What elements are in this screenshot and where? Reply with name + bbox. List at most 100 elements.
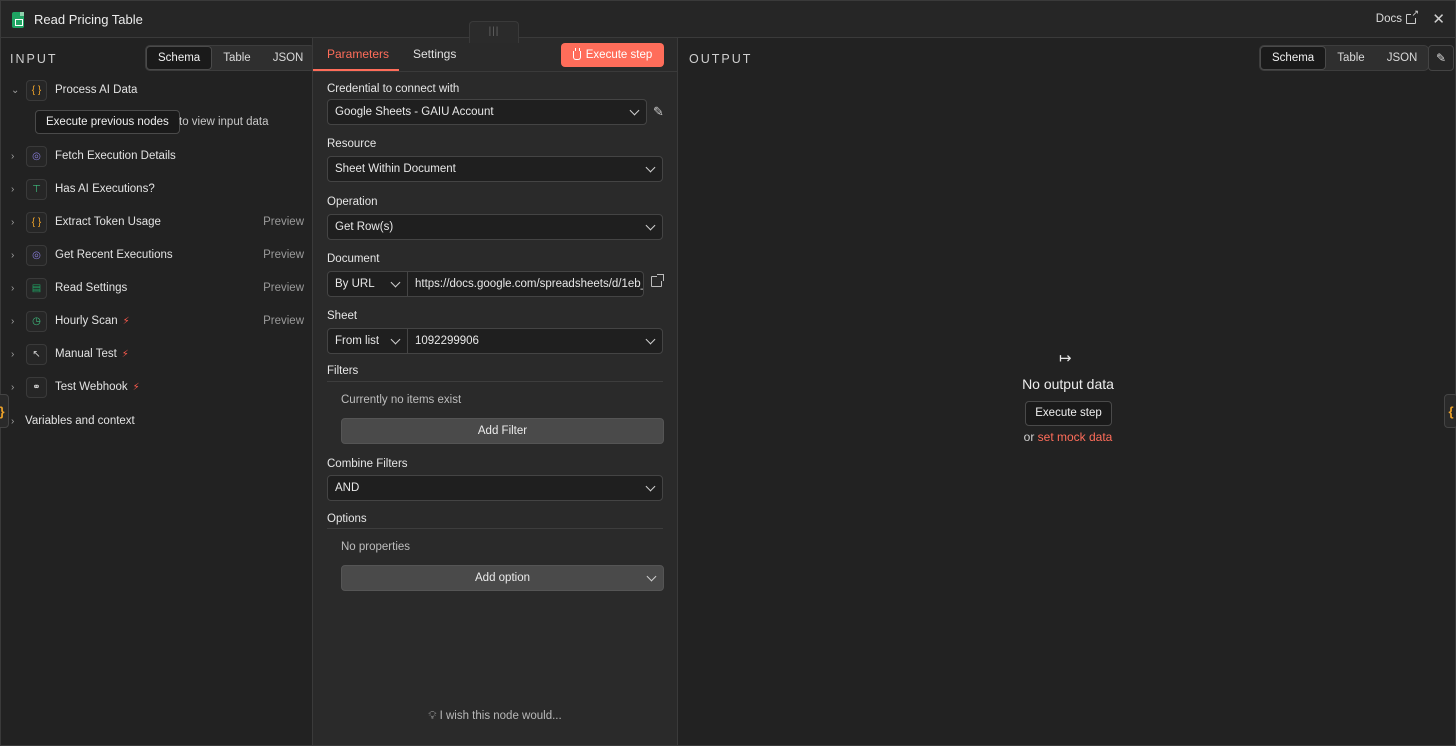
- input-node-read-settings[interactable]: › ▤ Read Settings Preview: [1, 276, 312, 300]
- execute-previous-hint: to view input data: [179, 116, 269, 128]
- resource-select[interactable]: Sheet Within Document: [327, 156, 663, 182]
- execute-step-button[interactable]: Execute step: [561, 43, 664, 67]
- credential-select[interactable]: Google Sheets - GAIU Account: [327, 99, 647, 125]
- chevron-right-icon[interactable]: ›: [11, 316, 14, 327]
- lightbulb-icon: 💡︎: [428, 710, 437, 722]
- input-view-json[interactable]: JSON: [262, 46, 315, 70]
- operation-value: Get Row(s): [335, 221, 394, 233]
- set-mock-data-link[interactable]: set mock data: [1038, 430, 1113, 444]
- operation-label: Operation: [327, 196, 378, 208]
- chevron-right-icon[interactable]: ›: [11, 283, 14, 294]
- input-node-fetch-execution-details[interactable]: › ◎ Fetch Execution Details: [1, 144, 312, 168]
- trigger-bolt-icon: ⚡: [122, 316, 130, 327]
- node-label: Test Webhook ⚡: [55, 381, 140, 393]
- operation-select[interactable]: Get Row(s): [327, 214, 663, 240]
- input-view-schema[interactable]: Schema: [146, 46, 213, 70]
- input-view-table[interactable]: Table: [212, 46, 262, 70]
- input-node-test-webhook[interactable]: › ⚭ Test Webhook ⚡: [1, 375, 312, 399]
- tab-parameters[interactable]: Parameters: [327, 47, 389, 61]
- input-view-switcher: Schema Table JSON: [145, 45, 316, 71]
- chevron-right-icon[interactable]: ›: [11, 151, 14, 162]
- chevron-down-icon: [629, 105, 640, 116]
- pointer-icon: ↖: [26, 343, 47, 365]
- chevron-right-icon[interactable]: ›: [11, 184, 14, 195]
- sheet-select[interactable]: 1092299906: [407, 328, 663, 354]
- chevron-down-icon[interactable]: ⌄: [11, 85, 19, 96]
- input-node-hourly-scan[interactable]: › ◷ Hourly Scan ⚡ Preview: [1, 309, 312, 333]
- output-view-table[interactable]: Table: [1326, 46, 1376, 70]
- close-icon[interactable]: ✕: [1432, 10, 1445, 28]
- panel-drag-handle[interactable]: |||: [469, 21, 519, 43]
- execute-step-label: Execute step: [585, 49, 653, 61]
- chevron-right-icon[interactable]: ›: [11, 217, 14, 228]
- document-mode-select[interactable]: By URL: [327, 271, 408, 297]
- mock-data-line: or set mock data: [678, 430, 1456, 444]
- combine-filters-select[interactable]: AND: [327, 475, 663, 501]
- combine-filters-label: Combine Filters: [327, 458, 408, 470]
- edit-credential-icon[interactable]: ✎: [653, 104, 664, 120]
- options-label: Options: [327, 513, 367, 525]
- document-label: Document: [327, 253, 380, 265]
- input-node-extract-token-usage[interactable]: › { } Extract Token Usage Preview: [1, 210, 312, 234]
- parameters-panel: Parameters Settings Execute step Credent…: [312, 38, 678, 745]
- chevron-down-icon: [645, 220, 656, 231]
- add-option-button[interactable]: Add option: [341, 565, 664, 591]
- output-view-schema[interactable]: Schema: [1260, 46, 1327, 70]
- node-label: Read Settings: [55, 282, 128, 294]
- node-label: Extract Token Usage: [55, 216, 161, 228]
- chevron-right-icon[interactable]: ›: [11, 349, 14, 360]
- resource-label: Resource: [327, 138, 377, 150]
- document-url-input[interactable]: https://docs.google.com/spreadsheets/d/1…: [407, 271, 644, 297]
- resource-value: Sheet Within Document: [335, 163, 456, 175]
- filters-label: Filters: [327, 365, 359, 377]
- add-filter-button[interactable]: Add Filter: [341, 418, 664, 444]
- edit-output-icon[interactable]: ✎: [1428, 45, 1454, 71]
- chevron-down-icon: [390, 277, 401, 288]
- preview-link[interactable]: Preview: [263, 249, 304, 261]
- sheet-mode-select[interactable]: From list: [327, 328, 408, 354]
- input-node-get-recent-executions[interactable]: › ◎ Get Recent Executions Preview: [1, 243, 312, 267]
- active-tab-indicator: [313, 69, 399, 71]
- node-label: Manual Test ⚡: [55, 348, 129, 360]
- execute-previous-nodes-button[interactable]: Execute previous nodes: [35, 110, 180, 134]
- output-view-json[interactable]: JSON: [1376, 46, 1429, 70]
- output-execute-step-button[interactable]: Execute step: [1025, 401, 1112, 426]
- preview-link[interactable]: Preview: [263, 315, 304, 327]
- arrow-to-line-icon: ↦: [1059, 350, 1072, 367]
- title-bar: Read Pricing Table Docs ✕: [1, 1, 1455, 38]
- chevron-down-icon: [645, 334, 656, 345]
- document-url-value: https://docs.google.com/spreadsheets/d/1…: [415, 278, 644, 290]
- feedback-link[interactable]: 💡︎ I wish this node would...: [313, 710, 677, 723]
- braces-icon: { }: [26, 79, 47, 101]
- braces-icon[interactable]: {: [1444, 394, 1456, 428]
- braces-icon[interactable]: }: [0, 394, 9, 428]
- chevron-right-icon[interactable]: ›: [11, 416, 14, 427]
- options-divider: [327, 528, 663, 529]
- tab-settings[interactable]: Settings: [413, 47, 456, 61]
- flask-icon: [572, 47, 581, 60]
- preview-link[interactable]: Preview: [263, 216, 304, 228]
- trigger-bolt-icon: ⚡: [132, 382, 140, 393]
- input-node-manual-test[interactable]: › ↖ Manual Test ⚡: [1, 342, 312, 366]
- combine-filters-value: AND: [335, 482, 360, 494]
- output-panel: OUTPUT Schema Table JSON ✎ ↦ No output d…: [678, 38, 1456, 745]
- chevron-right-icon[interactable]: ›: [11, 250, 14, 261]
- chevron-right-icon[interactable]: ›: [11, 382, 14, 393]
- tabs-divider: [313, 71, 677, 72]
- no-output-title: No output data: [1022, 376, 1114, 392]
- docs-label: Docs: [1375, 13, 1402, 25]
- preview-link[interactable]: Preview: [263, 282, 304, 294]
- node-label: Has AI Executions?: [55, 183, 155, 195]
- docs-link[interactable]: Docs: [1375, 9, 1419, 25]
- options-empty-text: No properties: [341, 541, 411, 553]
- node-label: Fetch Execution Details: [55, 150, 176, 162]
- variables-and-context[interactable]: › Variables and context: [1, 409, 312, 433]
- globe-icon: ◎: [26, 145, 47, 167]
- external-link-icon: [1406, 9, 1419, 24]
- input-node-process-ai-data[interactable]: ⌄ { } Process AI Data: [1, 78, 312, 102]
- sheet-value: 1092299906: [415, 335, 479, 347]
- credential-label: Credential to connect with: [327, 83, 460, 95]
- open-external-link-icon[interactable]: [651, 274, 664, 287]
- variables-label: Variables and context: [25, 415, 135, 427]
- input-node-has-ai-executions[interactable]: › ⊤ Has AI Executions?: [1, 177, 312, 201]
